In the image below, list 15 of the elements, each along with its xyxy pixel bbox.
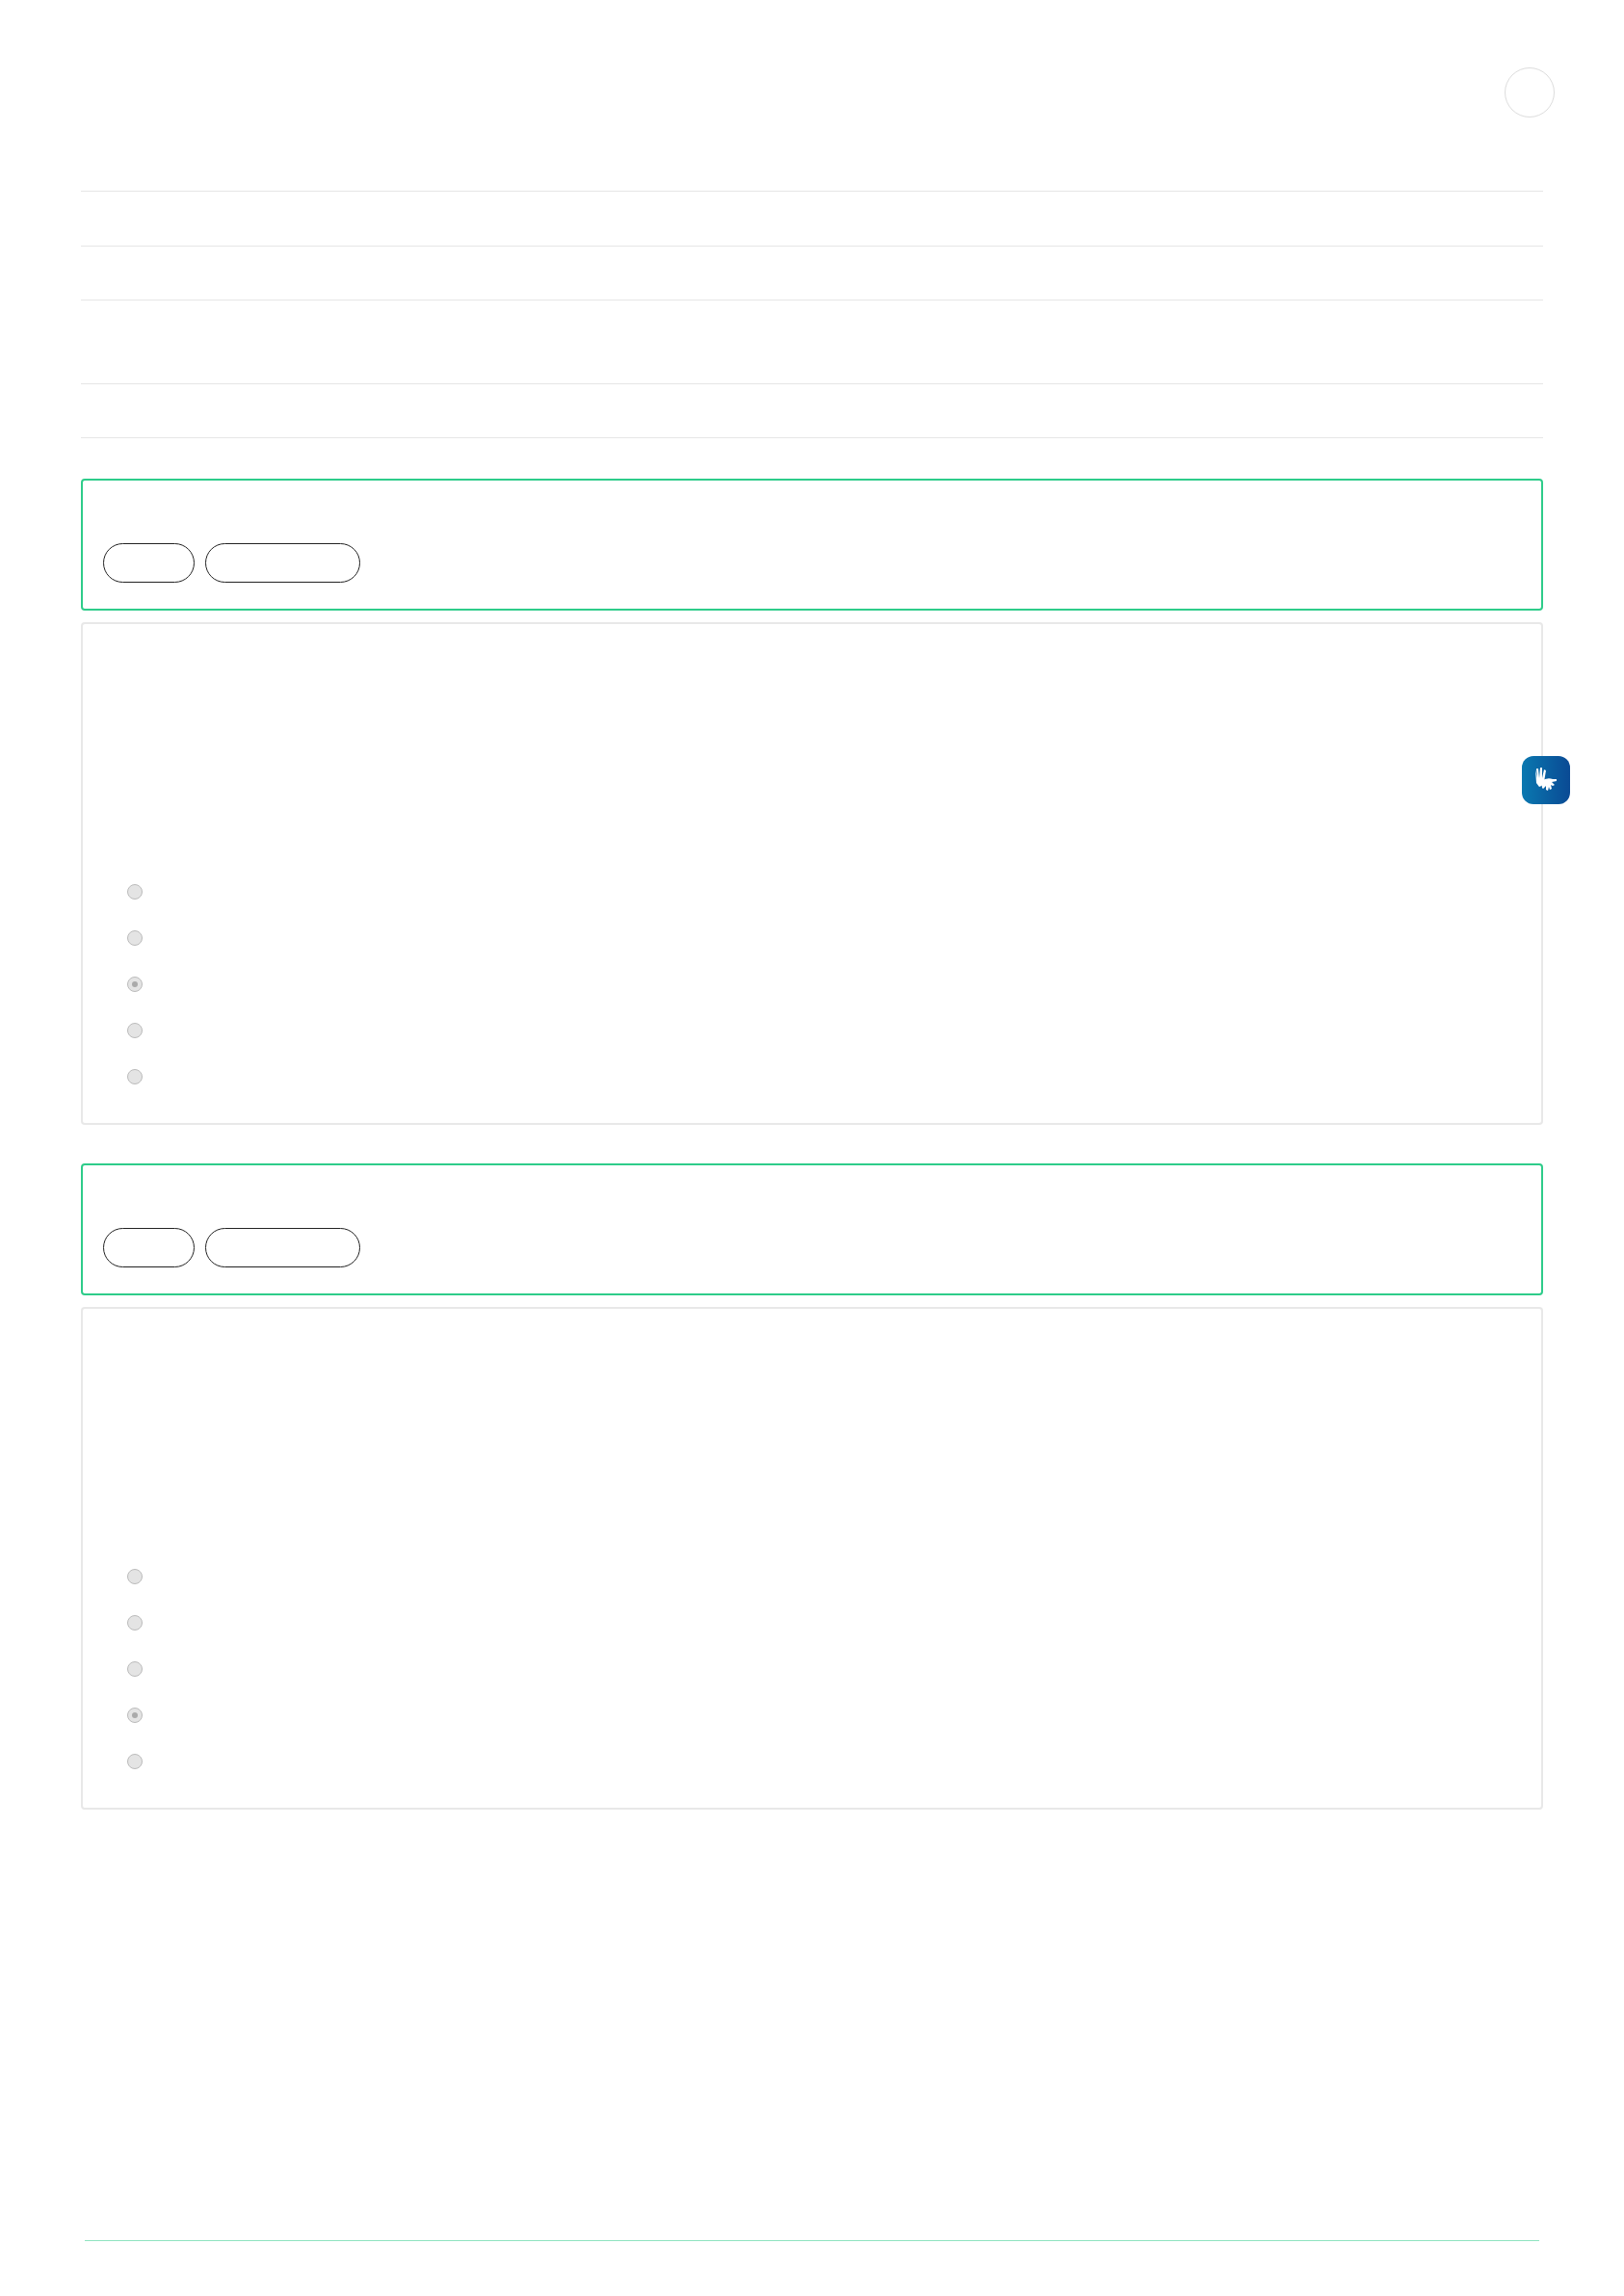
tag-pill[interactable] (103, 543, 195, 583)
radio-button[interactable] (127, 977, 143, 992)
tag-pill[interactable] (103, 1228, 195, 1267)
radio-button[interactable] (127, 1754, 143, 1769)
tag-pill[interactable] (205, 543, 360, 583)
radio-button[interactable] (127, 884, 143, 900)
radio-button[interactable] (127, 1661, 143, 1677)
radio-button[interactable] (127, 1023, 143, 1038)
tag-pill[interactable] (205, 1228, 360, 1267)
radio-button[interactable] (127, 1069, 143, 1084)
radio-button[interactable] (127, 1569, 143, 1584)
radio-button[interactable] (127, 930, 143, 946)
sign-language-icon[interactable] (1522, 756, 1570, 804)
radio-button[interactable] (127, 1708, 143, 1723)
radio-button[interactable] (127, 1615, 143, 1631)
